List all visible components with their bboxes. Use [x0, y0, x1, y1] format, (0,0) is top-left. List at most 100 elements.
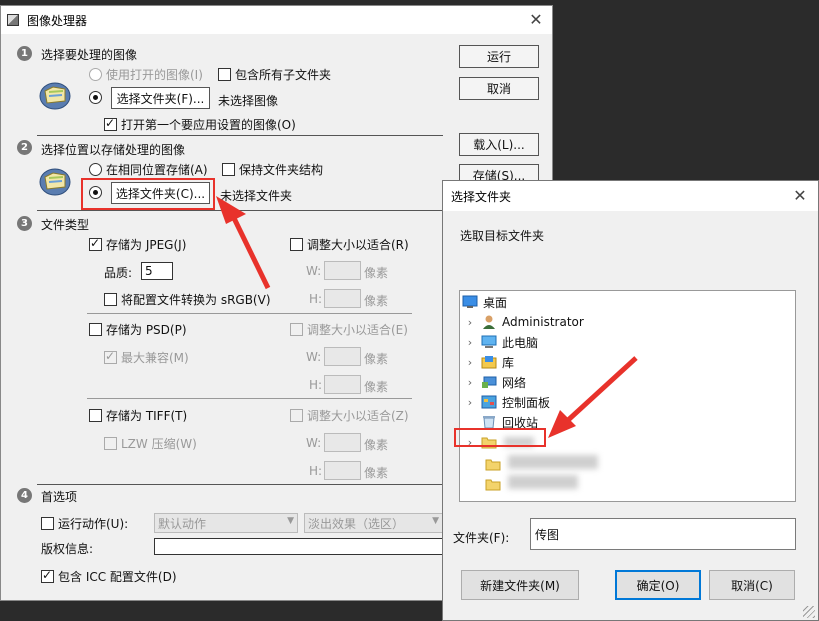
- expand-chevron-icon[interactable]: ›: [463, 316, 477, 329]
- use-open-radio-circle[interactable]: [89, 68, 102, 81]
- action-select[interactable]: 淡出效果（选区） ▼: [304, 513, 443, 533]
- save-tiff-label: 存储为 TIFF(T): [106, 409, 188, 423]
- action-value: 淡出效果（选区）: [308, 516, 405, 531]
- tree-item-control-panel[interactable]: › 控制面板: [460, 392, 795, 412]
- folder-tree[interactable]: 桌面 › Administrator › 此电脑 › 库 › 网络 › 控制面板…: [459, 290, 796, 502]
- folder-save-icon: [38, 166, 72, 196]
- save-psd-checkbox[interactable]: 存储为 PSD(P): [89, 321, 187, 338]
- jpeg-width-input[interactable]: [324, 261, 361, 280]
- resize-tiff-box[interactable]: [290, 409, 303, 422]
- choose-source-folder-button[interactable]: 选择文件夹(F)...: [111, 87, 210, 109]
- keep-structure-label: 保持文件夹结构: [239, 163, 324, 177]
- folder-icon: [485, 479, 501, 491]
- same-location-radio-circle[interactable]: [89, 163, 102, 176]
- ps-app-icon: [7, 14, 19, 26]
- run-action-box[interactable]: [41, 517, 54, 530]
- new-folder-button[interactable]: 新建文件夹(M): [461, 570, 579, 600]
- divider-3: [37, 484, 443, 485]
- run-button[interactable]: 运行: [459, 45, 539, 68]
- expand-chevron-icon[interactable]: ›: [463, 376, 477, 389]
- expand-chevron-icon[interactable]: ›: [463, 396, 477, 409]
- load-button[interactable]: 载入(L)...: [459, 133, 539, 156]
- use-open-images-radio[interactable]: 使用打开的图像(I): [89, 66, 203, 83]
- section-2-number: 2: [17, 140, 32, 155]
- resize-jpeg-checkbox[interactable]: 调整大小以适合(R): [290, 236, 409, 253]
- resize-psd-box[interactable]: [290, 323, 303, 336]
- psd-width-input[interactable]: [324, 347, 361, 366]
- tree-item-desktop[interactable]: 桌面: [460, 292, 795, 312]
- include-icc-checkbox[interactable]: 包含 ICC 配置文件(D): [41, 568, 177, 585]
- expand-chevron-icon[interactable]: ›: [463, 356, 477, 369]
- jpeg-h-unit: 像素: [364, 294, 389, 308]
- convert-srgb-checkbox[interactable]: 将配置文件转换为 sRGB(V): [104, 291, 271, 308]
- section-1-number: 1: [17, 46, 32, 61]
- ip-close-icon[interactable]: ✕: [526, 10, 546, 30]
- quality-label: 品质:: [104, 266, 133, 280]
- choose-folder-radio-1[interactable]: [89, 91, 102, 104]
- save-jpeg-checkbox[interactable]: 存储为 JPEG(J): [89, 236, 186, 253]
- psd-height-input[interactable]: [324, 375, 361, 394]
- ip-cancel-button[interactable]: 取消: [459, 77, 539, 100]
- recycle-bin-icon: [483, 416, 495, 429]
- psd-w-label: W:: [306, 350, 322, 364]
- tree-label-libraries: 库: [502, 355, 515, 370]
- fd-cancel-button[interactable]: 取消(C): [709, 570, 795, 600]
- save-psd-box[interactable]: [89, 323, 102, 336]
- convert-srgb-box[interactable]: [104, 293, 117, 306]
- tiff-width-input[interactable]: [324, 433, 361, 452]
- jpeg-height-input[interactable]: [324, 289, 361, 308]
- tree-item-administrator[interactable]: › Administrator: [460, 312, 795, 332]
- resize-psd-checkbox[interactable]: 调整大小以适合(E): [290, 321, 408, 338]
- save-jpeg-box[interactable]: [89, 236, 102, 251]
- section-3-number: 3: [17, 216, 32, 231]
- copyright-input[interactable]: [154, 538, 443, 555]
- fd-ok-button[interactable]: 确定(O): [615, 570, 701, 600]
- expand-chevron-icon[interactable]: ›: [463, 336, 477, 349]
- max-compat-box[interactable]: [104, 349, 117, 364]
- tree-item-libraries[interactable]: › 库: [460, 352, 795, 372]
- open-first-image-box[interactable]: [104, 116, 117, 131]
- network-icon: [482, 376, 497, 388]
- folder-name-input[interactable]: 传图: [530, 518, 796, 550]
- tree-item-network[interactable]: › 网络: [460, 372, 795, 392]
- folder-field-label: 文件夹(F):: [453, 531, 510, 545]
- include-subfolders-checkbox[interactable]: 包含所有子文件夹: [218, 66, 331, 83]
- fd-title: 选择文件夹: [451, 189, 512, 204]
- tree-label-administrator: Administrator: [502, 315, 584, 329]
- open-first-image-label: 打开第一个要应用设置的图像(O): [121, 118, 296, 132]
- include-icc-box[interactable]: [41, 568, 54, 583]
- annotation-highlight-choose-folder: [81, 178, 215, 210]
- quality-input[interactable]: 5: [141, 262, 173, 280]
- save-tiff-checkbox[interactable]: 存储为 TIFF(T): [89, 407, 187, 424]
- lzw-checkbox[interactable]: LZW 压缩(W): [104, 435, 197, 452]
- annotation-highlight-folder: [454, 428, 546, 447]
- resize-tiff-checkbox[interactable]: 调整大小以适合(Z): [290, 407, 409, 424]
- max-compat-checkbox[interactable]: 最大兼容(M): [104, 349, 189, 366]
- open-first-image-checkbox[interactable]: 打开第一个要应用设置的图像(O): [104, 116, 296, 133]
- redacted-folder-name-2: [508, 455, 598, 469]
- divider-psd: [87, 398, 412, 399]
- tiff-height-input[interactable]: [324, 461, 361, 480]
- keep-structure-checkbox[interactable]: 保持文件夹结构: [222, 161, 323, 178]
- same-location-radio[interactable]: 在相同位置存储(A): [89, 161, 208, 178]
- include-subfolders-box[interactable]: [218, 68, 231, 81]
- same-location-label: 在相同位置存储(A): [106, 163, 208, 177]
- keep-structure-box[interactable]: [222, 163, 235, 176]
- tiff-h-unit: 像素: [364, 466, 389, 480]
- tiff-w-unit: 像素: [364, 438, 389, 452]
- tree-item-this-pc[interactable]: › 此电脑: [460, 332, 795, 352]
- lzw-box[interactable]: [104, 437, 117, 450]
- redacted-folder-name-3: [508, 475, 578, 489]
- lzw-label: LZW 压缩(W): [121, 437, 197, 451]
- max-compat-label: 最大兼容(M): [121, 351, 189, 365]
- choose-folder-radio-1-circle[interactable]: [89, 91, 102, 104]
- section-2-heading: 选择位置以存储处理的图像: [41, 143, 186, 157]
- action-set-select[interactable]: 默认动作 ▼: [154, 513, 298, 533]
- resize-grip-icon[interactable]: [803, 606, 815, 618]
- run-action-checkbox[interactable]: 运行动作(U):: [41, 515, 128, 532]
- ip-titlebar: 图像处理器 ✕: [1, 6, 552, 34]
- resize-jpeg-box[interactable]: [290, 238, 303, 251]
- fd-close-icon[interactable]: ✕: [790, 186, 810, 206]
- tree-label-desktop: 桌面: [483, 295, 508, 310]
- save-tiff-box[interactable]: [89, 409, 102, 422]
